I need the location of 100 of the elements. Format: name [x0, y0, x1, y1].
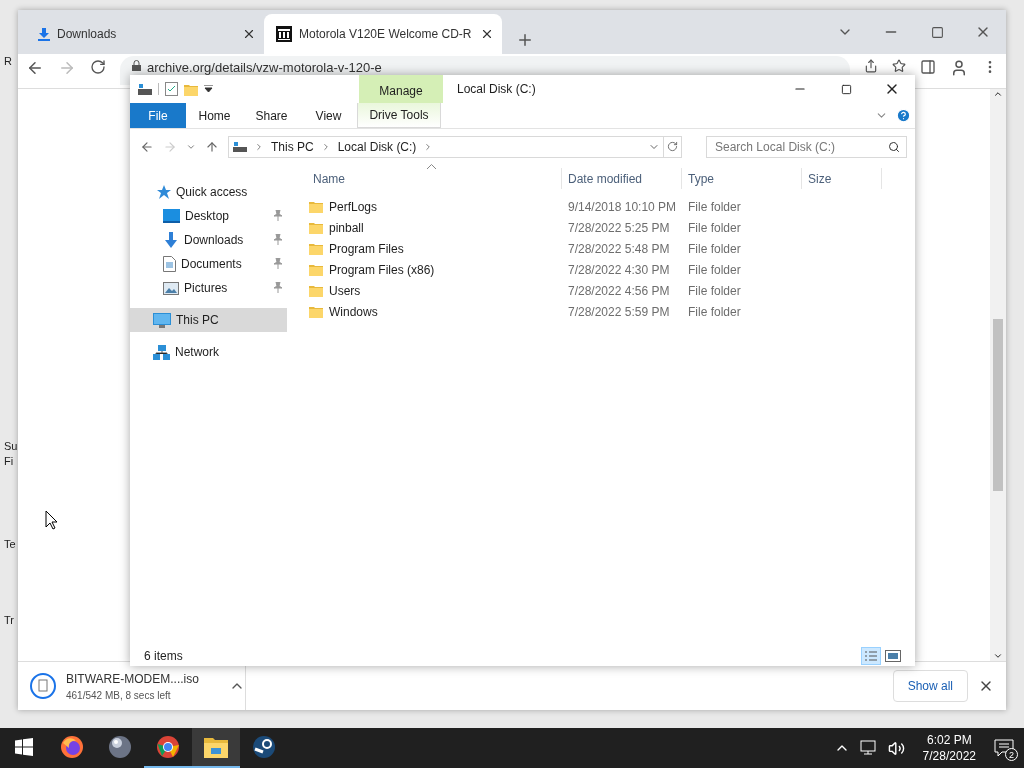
url-text: archive.org/details/vzw-motorola-v-120-e — [147, 60, 382, 75]
drive-icon — [233, 141, 247, 152]
back-icon[interactable] — [26, 59, 44, 77]
message-icon — [994, 739, 1014, 757]
side-panel-icon[interactable] — [920, 59, 936, 75]
drive-icon — [138, 83, 152, 95]
details-view-icon[interactable] — [861, 646, 881, 665]
date-modified: 7/28/2022 4:56 PM — [568, 283, 670, 298]
file-icon — [30, 673, 56, 699]
properties-icon — [165, 82, 178, 96]
computer-icon — [153, 312, 171, 328]
file-row[interactable]: pinball 7/28/2022 5:25 PM File folder — [307, 217, 915, 238]
scrollbar[interactable] — [990, 89, 1006, 661]
scrollbar-thumb[interactable] — [993, 319, 1003, 491]
file-row[interactable]: Users 7/28/2022 4:56 PM File folder — [307, 280, 915, 301]
pin-icon — [273, 210, 283, 221]
nav-item[interactable]: This PC — [130, 308, 287, 332]
folder-icon — [309, 263, 323, 276]
browser-tab[interactable]: Motorola V120E Welcome CD-R — [264, 14, 502, 54]
help-icon[interactable] — [896, 108, 911, 123]
ribbon-tab[interactable]: File — [130, 103, 186, 128]
address-bar[interactable]: This PC Local Disk (C:) — [228, 135, 682, 158]
desktop-icon-label: R — [4, 55, 12, 67]
maximize-icon[interactable] — [930, 25, 944, 39]
separator-icon — [158, 83, 159, 95]
folder-icon — [309, 305, 323, 318]
folder-icon — [309, 221, 323, 234]
file-row[interactable]: Program Files (x86) 7/28/2022 4:30 PM File folder — [307, 259, 915, 280]
file-name: PerfLogs — [329, 199, 378, 214]
ribbon-tab[interactable]: Drive Tools — [357, 103, 441, 128]
scroll-up-icon — [993, 89, 1003, 99]
nav-label: Downloads — [184, 233, 244, 247]
date-modified: 7/28/2022 5:59 PM — [568, 304, 670, 319]
close-tab-icon[interactable] — [242, 27, 256, 41]
ribbon-tab[interactable]: Share — [243, 103, 300, 128]
breadcrumb-item[interactable]: Local Disk (C:) — [337, 139, 417, 154]
date-modified: 7/28/2022 4:30 PM — [568, 262, 670, 277]
sphere-icon — [108, 735, 132, 759]
nav-item[interactable]: Pictures — [130, 276, 287, 300]
scroll-down-icon — [993, 651, 1003, 661]
file-row[interactable]: PerfLogs 9/14/2018 10:10 PM File folder — [307, 196, 915, 217]
nav-item[interactable]: Downloads — [130, 228, 287, 252]
file-name: Windows — [329, 304, 378, 319]
desktop-icon-label: Te — [4, 538, 16, 550]
clock[interactable]: 6:02 PM 7/28/2022 — [914, 733, 984, 763]
column-header[interactable]: Size — [802, 168, 882, 189]
nav-item[interactable]: Network — [130, 340, 287, 364]
ribbon-tab[interactable]: Home — [186, 103, 243, 128]
browser-tab[interactable]: Downloads — [26, 14, 264, 54]
bookmark-icon[interactable] — [892, 59, 906, 73]
file-name: Program Files (x86) — [329, 262, 435, 277]
firefox-icon — [60, 735, 84, 759]
desktop-icon-label: Su — [4, 440, 18, 452]
nav-label: Pictures — [184, 281, 228, 295]
network-icon — [153, 344, 170, 360]
file-name: Program Files — [329, 241, 404, 256]
refresh-icon[interactable] — [667, 141, 678, 152]
mouse-cursor-icon — [45, 510, 58, 530]
file-type: File folder — [688, 262, 741, 277]
show-all-button[interactable]: Show all — [892, 670, 968, 702]
nav-item[interactable]: Quick access — [130, 180, 287, 204]
nav-item[interactable]: Documents — [130, 252, 287, 276]
date-modified: 7/28/2022 5:25 PM — [568, 220, 670, 235]
folder-icon — [309, 242, 323, 255]
file-name: pinball — [329, 220, 364, 235]
date-modified: 7/28/2022 5:48 PM — [568, 241, 670, 256]
reload-icon[interactable] — [90, 59, 106, 75]
file-type: File folder — [688, 283, 741, 298]
volume-icon[interactable] — [887, 739, 905, 757]
close-tab-icon[interactable] — [480, 27, 494, 41]
column-header[interactable]: Name — [307, 168, 562, 189]
breadcrumb-item[interactable]: This PC — [271, 139, 314, 154]
file-row[interactable]: Program Files 7/28/2022 5:48 PM File folder — [307, 238, 915, 259]
search-field[interactable]: Search Local Disk (C:) — [706, 135, 907, 158]
large-icons-view-icon[interactable] — [885, 649, 901, 662]
column-header[interactable]: Type — [682, 168, 802, 189]
folder-icon — [309, 200, 323, 213]
column-header[interactable]: Date modified — [562, 168, 682, 189]
file-name: Users — [329, 283, 361, 298]
ribbon-tab[interactable]: View — [300, 103, 357, 128]
desktop-icon — [163, 209, 180, 223]
file-row[interactable]: Windows 7/28/2022 5:59 PM File folder — [307, 301, 915, 322]
profile-icon[interactable] — [950, 59, 968, 77]
desktop-icon-label: Tr — [4, 614, 14, 626]
back-icon[interactable] — [140, 139, 154, 154]
star-icon — [157, 185, 171, 199]
pin-icon — [273, 258, 283, 269]
dropdown-icon — [204, 85, 213, 93]
network-icon[interactable] — [859, 740, 878, 756]
nav-label: Documents — [181, 257, 242, 271]
start-icon[interactable] — [15, 738, 33, 756]
nav-item[interactable]: Desktop — [130, 204, 287, 228]
share-icon[interactable] — [864, 59, 878, 73]
up-icon[interactable] — [205, 139, 219, 154]
new-tab-icon[interactable] — [516, 31, 534, 49]
manage-tab[interactable]: Manage — [359, 75, 443, 103]
maximize-icon[interactable] — [840, 83, 852, 95]
new-folder-icon — [184, 82, 198, 96]
nav-label: Desktop — [185, 209, 230, 223]
folder-icon — [309, 284, 323, 297]
